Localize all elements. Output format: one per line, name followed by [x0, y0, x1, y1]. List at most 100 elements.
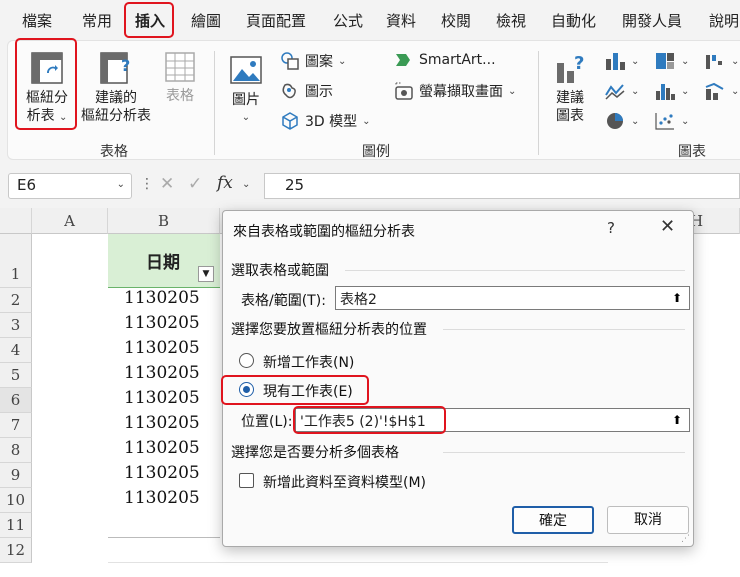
line-chart-button[interactable]: ⌄ — [604, 81, 639, 101]
cancel-icon[interactable]: ✕ — [160, 174, 174, 194]
picture-icon — [230, 56, 262, 84]
scatter-chart-button[interactable]: ⌄ — [654, 111, 689, 131]
row-header[interactable]: 11 — [0, 513, 32, 538]
tab-view[interactable]: 檢視 — [496, 10, 526, 31]
tab-formulas[interactable]: 公式 — [333, 10, 363, 31]
table-bottom-border — [108, 537, 220, 538]
tab-automate[interactable]: 自動化 — [551, 10, 596, 31]
help-button[interactable]: ? — [607, 219, 615, 237]
recommended-pivot-icon: ? — [100, 52, 130, 84]
date-cell[interactable]: 1130205 — [124, 438, 200, 458]
group-label-tables: 表格 — [100, 144, 128, 160]
collapse-dialog-icon[interactable]: ⬆ — [668, 411, 686, 429]
section-location: 選擇您要放置樞紐分析表的位置 — [231, 322, 427, 338]
range-label: 表格/範圍(T): — [241, 293, 326, 309]
select-all-corner[interactable] — [0, 208, 32, 234]
waterfall-chart-button[interactable]: ⌄ — [704, 51, 739, 71]
row-header[interactable]: 5 — [0, 363, 32, 388]
row-header[interactable]: 1 — [0, 234, 32, 288]
group-separator — [538, 51, 539, 155]
scatter-chart-icon — [655, 113, 674, 130]
pictures-button[interactable]: 圖片 ⌄ — [226, 53, 266, 127]
date-cell[interactable]: 1130205 — [124, 413, 200, 433]
enter-icon[interactable]: ✓ — [188, 174, 202, 194]
formula-input[interactable]: 25 — [264, 173, 740, 199]
icons-label: 圖示 — [305, 84, 333, 100]
group-separator — [214, 51, 215, 155]
section-divider — [443, 452, 685, 453]
highlight-location-input — [293, 406, 446, 434]
recommended-charts-label-1: 建議 — [556, 90, 584, 106]
recommended-charts-button[interactable]: ? 建議 圖表 — [548, 49, 592, 125]
tab-review[interactable]: 校閱 — [441, 10, 471, 31]
row-header[interactable]: 10 — [0, 488, 32, 513]
cancel-button[interactable]: 取消 — [607, 506, 689, 534]
date-cell[interactable]: 1130205 — [124, 288, 200, 308]
chevron-down-icon: ⌄ — [241, 112, 251, 123]
3d-models-label: 3D 模型 — [305, 114, 358, 130]
date-cell[interactable]: 1130205 — [124, 338, 200, 358]
tab-draw[interactable]: 繪圖 — [191, 10, 221, 31]
combo-chart-button[interactable]: ⌄ — [704, 81, 739, 101]
date-cell[interactable]: 1130205 — [124, 463, 200, 483]
recommended-pivot-label-1: 建議的 — [95, 90, 137, 106]
table-button[interactable]: 表格 — [158, 49, 202, 105]
column-header-a[interactable]: A — [32, 208, 108, 234]
3d-models-button[interactable]: 3D 模型 ⌄ — [280, 111, 371, 131]
tab-file[interactable]: 檔案 — [22, 10, 52, 31]
name-box[interactable]: E6 ⌄ — [8, 173, 132, 199]
row-header[interactable]: 6 — [0, 388, 32, 413]
range-input[interactable]: 表格2 ⬆ — [335, 286, 690, 310]
column-header-b[interactable]: B — [108, 208, 220, 234]
histogram-icon — [656, 84, 675, 100]
tab-data[interactable]: 資料 — [386, 10, 416, 31]
tab-help[interactable]: 說明 — [709, 10, 739, 31]
column-chart-button[interactable]: ⌄ — [604, 51, 639, 71]
line-chart-icon — [605, 84, 625, 100]
table-header-cell[interactable]: 日期 ▼ — [108, 234, 220, 288]
hierarchy-chart-icon — [656, 53, 674, 69]
formula-bar: E6 ⌄ ⋮ ✕ ✓ fx ⌄ 25 — [0, 164, 740, 208]
row-gridline — [108, 562, 608, 563]
shapes-button[interactable]: 圖案 ⌄ — [280, 51, 346, 71]
insert-function-button[interactable]: fx — [217, 173, 233, 193]
shapes-label: 圖案 — [305, 54, 333, 70]
tab-home[interactable]: 常用 — [82, 10, 112, 31]
highlight-pivot-button — [15, 38, 77, 130]
filter-dropdown-icon[interactable]: ▼ — [198, 266, 214, 282]
svg-text:?: ? — [121, 56, 130, 75]
data-model-checkbox[interactable] — [239, 473, 254, 488]
group-label-illustrations: 圖例 — [362, 144, 390, 160]
formula-bar-grip-icon: ⋮ — [140, 176, 154, 192]
collapse-dialog-icon[interactable]: ⬆ — [668, 289, 686, 307]
row-header[interactable]: 9 — [0, 463, 32, 488]
resize-grip-icon[interactable]: ⋰ — [681, 534, 690, 544]
tab-page-layout[interactable]: 頁面配置 — [246, 10, 306, 31]
row-header[interactable]: 4 — [0, 338, 32, 363]
row-header[interactable]: 12 — [0, 538, 32, 563]
date-cell[interactable]: 1130205 — [124, 313, 200, 333]
ok-button[interactable]: 確定 — [512, 506, 594, 534]
screenshot-button[interactable]: 螢幕擷取畫面 ⌄ — [394, 81, 516, 101]
tab-developer[interactable]: 開發人員 — [622, 10, 682, 31]
range-value: 表格2 — [340, 292, 377, 308]
statistic-chart-button[interactable]: ⌄ — [654, 81, 689, 101]
icons-icon — [282, 83, 296, 99]
cube-icon — [282, 112, 298, 130]
pie-chart-icon — [607, 113, 623, 129]
new-worksheet-radio[interactable] — [239, 353, 254, 368]
row-header[interactable]: 2 — [0, 288, 32, 313]
svg-text:?: ? — [574, 53, 584, 74]
smartart-button[interactable]: SmartArt... — [394, 51, 496, 69]
row-header[interactable]: 7 — [0, 413, 32, 438]
close-button[interactable]: ✕ — [660, 216, 675, 237]
row-header[interactable]: 3 — [0, 313, 32, 338]
icons-button[interactable]: 圖示 — [280, 81, 333, 101]
date-cell[interactable]: 1130205 — [124, 388, 200, 408]
date-cell[interactable]: 1130205 — [124, 363, 200, 383]
date-cell[interactable]: 1130205 — [124, 488, 200, 508]
pie-chart-button[interactable]: ⌄ — [604, 111, 639, 131]
hierarchy-chart-button[interactable]: ⌄ — [654, 51, 689, 71]
recommended-pivot-button[interactable]: ? 建議的 樞紐分析表 — [78, 49, 154, 125]
row-header[interactable]: 8 — [0, 438, 32, 463]
